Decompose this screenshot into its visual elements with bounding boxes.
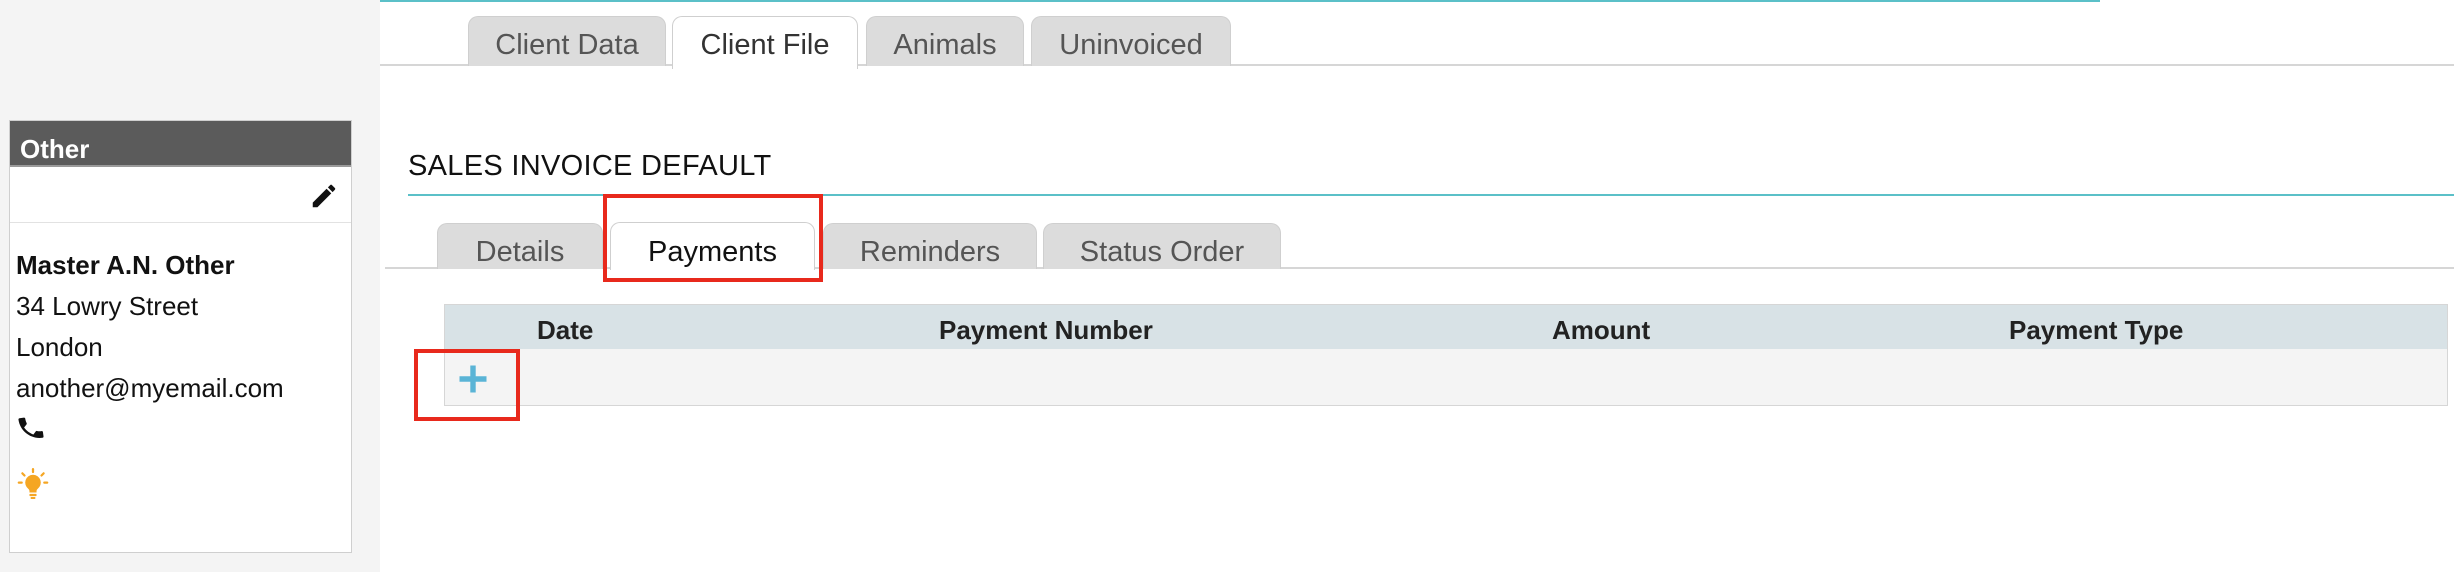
column-header-amount[interactable]: Amount — [1552, 315, 1650, 346]
column-header-date[interactable]: Date — [537, 315, 593, 346]
payments-table-header: Date Payment Number Amount Payment Type — [445, 305, 2447, 349]
payments-table: Date Payment Number Amount Payment Type — [444, 304, 2448, 406]
tab-status-order[interactable]: Status Order — [1043, 223, 1281, 269]
tab-uninvoiced[interactable]: Uninvoiced — [1031, 16, 1231, 66]
client-name: Master A.N. Other — [16, 250, 235, 280]
tab-reminders[interactable]: Reminders — [823, 223, 1037, 269]
phone-icon[interactable] — [16, 413, 46, 443]
client-card-edit-row — [10, 167, 351, 223]
pencil-icon[interactable] — [309, 181, 339, 211]
client-card-header: Other — [10, 121, 351, 167]
tab-details[interactable]: Details — [437, 223, 603, 269]
tab-client-file[interactable]: Client File — [672, 16, 858, 69]
tab-animals[interactable]: Animals — [866, 16, 1024, 66]
client-card: Other Master A.N. Other 34 Lowry Street … — [9, 120, 352, 553]
lightbulb-icon[interactable] — [16, 467, 50, 501]
add-payment-highlight — [414, 349, 520, 421]
section-title: SALES INVOICE DEFAULT — [408, 150, 772, 182]
client-address-line2: London — [16, 332, 103, 362]
client-email: another@myemail.com — [16, 373, 284, 403]
tab-client-data[interactable]: Client Data — [468, 16, 666, 66]
payments-tab-highlight — [603, 194, 823, 282]
client-details: Master A.N. Other 34 Lowry Street London… — [10, 223, 351, 501]
column-header-payment-type[interactable]: Payment Type — [2009, 315, 2183, 346]
client-address-line1: 34 Lowry Street — [16, 291, 199, 321]
column-header-payment-number[interactable]: Payment Number — [939, 315, 1153, 346]
